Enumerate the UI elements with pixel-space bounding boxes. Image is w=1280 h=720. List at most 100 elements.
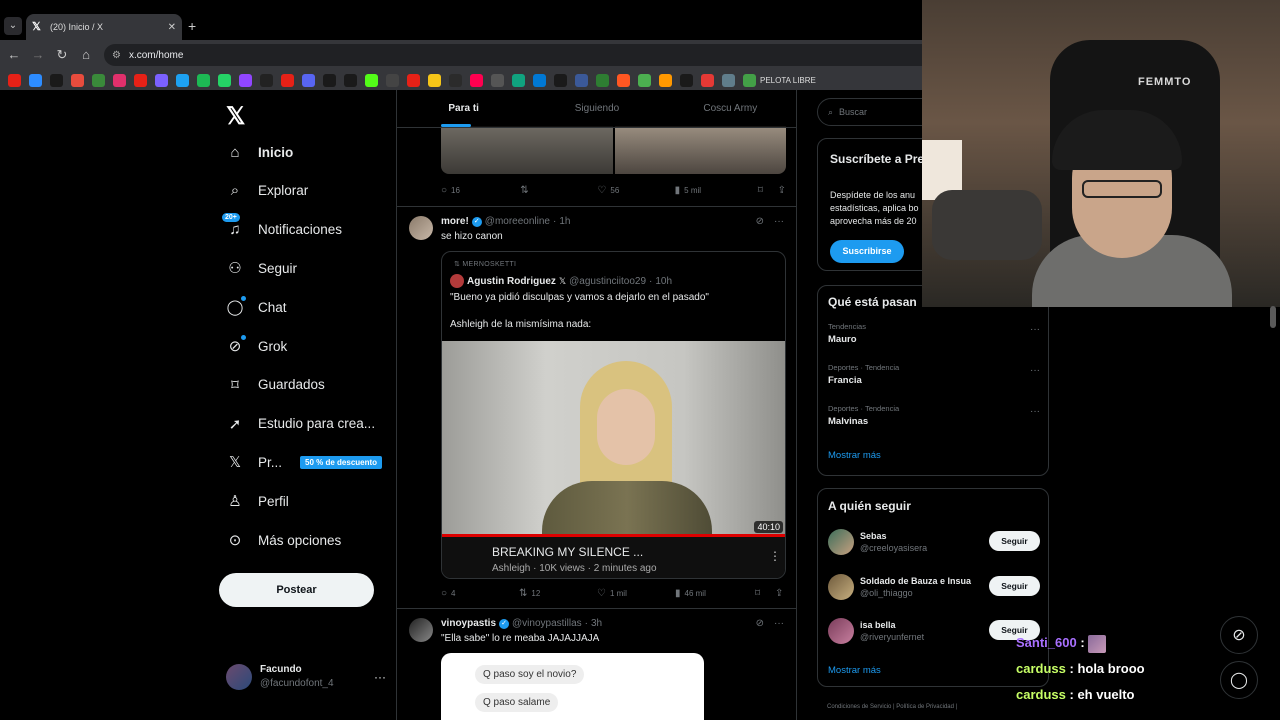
share-button[interactable]: ⇪ [778,185,786,196]
more-horizontal-icon[interactable]: ··· [374,670,386,684]
bookmark-favicon-icon[interactable] [722,73,735,87]
views-button[interactable]: ▮ 46 mil [675,588,755,599]
video-player[interactable]: 40:10 [442,341,785,537]
more-horizontal-icon[interactable]: ··· [774,618,784,629]
youtube-card[interactable]: BREAKING MY SILENCE ... Ashleigh · 10K v… [442,537,785,578]
views-button[interactable]: ▮ 5 mil [675,185,758,196]
bookmark-favicon-icon[interactable] [218,73,231,87]
bookmark-favicon-icon[interactable] [596,73,609,87]
follow-suggestion[interactable]: Soldado de Bauza e Insua @oli_thiaggo Seg… [828,572,1040,602]
like-button[interactable]: ♡ 1 mil [597,588,675,599]
bookmark-favicon-icon[interactable] [470,73,483,87]
bookmark-favicon-icon[interactable] [302,73,315,87]
tweet-author-name[interactable]: vinoypastis [441,618,496,629]
avatar[interactable] [409,216,433,240]
browser-tab[interactable]: 𝕏 (20) Inicio / X ✕ [26,14,182,40]
x-logo-icon[interactable]: 𝕏 [226,102,245,131]
nav-estudio-para-crea[interactable]: ➚ Estudio para crea... [226,409,375,439]
tab-search-button[interactable]: ⌄ [4,17,22,35]
bookmark-favicon-icon[interactable] [8,73,21,87]
tweet-time[interactable]: 3h [591,618,602,629]
bookmark-favicon-icon[interactable] [428,73,441,87]
nav-m-s-opciones[interactable]: ⊙ Más opciones [226,525,342,555]
more-horizontal-icon[interactable]: ··· [1030,324,1040,335]
tab-coscu-army[interactable]: Coscu Army [664,90,796,127]
bookmark-favicon-icon[interactable] [197,73,210,87]
grok-icon[interactable]: ⊘ [756,618,764,629]
bookmark-favicon-icon[interactable] [155,73,168,87]
bookmark-favicon-icon[interactable] [680,73,693,87]
bookmark-favicon-icon[interactable] [344,73,357,87]
bookmark-button[interactable]: ⌑ [755,588,775,599]
nav-perfil[interactable]: ♙ Perfil [226,486,289,516]
trend-item[interactable]: Deportes · Tendencia Malvinas ··· [828,404,1040,427]
follow-button[interactable]: Seguir [989,531,1040,551]
more-horizontal-icon[interactable]: ··· [1030,406,1040,417]
bookmark-favicon-icon[interactable] [449,73,462,87]
bookmark-favicon-icon[interactable] [365,73,378,87]
grok-icon[interactable]: ⊘ [756,216,764,227]
tweet-image[interactable]: Q paso soy el novio? Q paso salame [441,653,704,720]
nav-grok[interactable]: ⊘ Grok [226,331,287,361]
bookmark-favicon-icon[interactable] [29,73,42,87]
bookmark-favicon-icon[interactable] [533,73,546,87]
nav-seguir[interactable]: ⚇ Seguir [226,253,297,283]
media-image[interactable] [614,126,786,174]
bookmark-favicon-icon[interactable] [701,73,714,87]
follow-button[interactable]: Seguir [989,576,1040,596]
show-more-link[interactable]: Mostrar más [828,450,881,461]
bookmark-favicon-icon[interactable] [491,73,504,87]
reply-button[interactable]: ○ 16 [441,185,520,196]
new-tab-icon[interactable]: + [188,18,196,34]
bookmark-favicon-icon[interactable] [71,73,84,87]
avatar[interactable] [409,618,433,642]
nav-inicio[interactable]: ⌂ Inicio [226,137,293,167]
bookmark-favicon-icon[interactable] [617,73,630,87]
grok-fab-button[interactable]: ⊘ [1220,616,1258,654]
show-more-link[interactable]: Mostrar más [828,665,881,676]
more-horizontal-icon[interactable]: ··· [1030,365,1040,376]
url-field[interactable]: ⚙ x.com/home [104,44,922,66]
follow-suggestion[interactable]: isa bella @riveryunfernet Seguir [828,616,1040,646]
nav-guardados[interactable]: ⌑ Guardados [226,370,325,400]
messages-fab-button[interactable]: ◯ [1220,661,1258,699]
scrollbar[interactable] [1270,306,1276,328]
bookmark-favicon-icon[interactable] [575,73,588,87]
tweet-author-handle[interactable]: @moreeonline [485,216,550,227]
forward-icon[interactable]: → [30,47,46,62]
account-switcher[interactable]: Facundo @facundofont_4 ··· [226,660,386,694]
tweet-author-name[interactable]: more! [441,216,469,227]
tweet-author-handle[interactable]: @vinoypastillas [512,618,582,629]
subscribe-button[interactable]: Suscribirse [830,240,904,263]
repost-button[interactable]: ⇅ [520,185,597,196]
reload-icon[interactable]: ↻ [54,47,70,63]
bookmark-favicon-icon[interactable] [659,73,672,87]
repost-button[interactable]: ⇅ 12 [519,588,597,599]
tweet-time[interactable]: 1h [559,216,570,227]
trend-item[interactable]: Tendencias Mauro ··· [828,322,1040,345]
bookmark-favicon-icon[interactable] [260,73,273,87]
bookmark-favicon-icon[interactable] [113,73,126,87]
tab-para-ti[interactable]: Para ti [397,90,530,127]
trend-item[interactable]: Deportes · Tendencia Francia ··· [828,363,1040,386]
like-button[interactable]: ♡ 56 [597,185,674,196]
bookmark-favicon-icon[interactable] [743,73,756,87]
close-tab-icon[interactable]: ✕ [168,22,176,33]
site-info-icon[interactable]: ⚙ [112,50,121,61]
quoted-tweet[interactable]: ⇅ MERNOSKETTI Agustin Rodriguez 𝕏 @agust… [441,251,786,579]
bookmark-favicon-icon[interactable] [386,73,399,87]
bookmark-favicon-icon[interactable] [239,73,252,87]
kebab-menu-icon[interactable]: ⋮ [769,549,781,563]
footer-links[interactable]: Condiciones de Servicio | Política de Pr… [827,704,957,710]
bookmark-label[interactable]: PELOTA LIBRE [760,76,816,85]
bookmark-favicon-icon[interactable] [134,73,147,87]
tab-siguiendo[interactable]: Siguiendo [530,90,663,127]
nav-explorar[interactable]: ⌕ Explorar [226,176,308,206]
more-horizontal-icon[interactable]: ··· [774,216,784,227]
bookmark-button[interactable]: ⌑ [758,185,778,196]
bookmark-favicon-icon[interactable] [407,73,420,87]
share-button[interactable]: ⇪ [775,588,783,599]
bookmark-favicon-icon[interactable] [176,73,189,87]
post-button[interactable]: Postear [219,573,374,607]
bookmark-favicon-icon[interactable] [92,73,105,87]
